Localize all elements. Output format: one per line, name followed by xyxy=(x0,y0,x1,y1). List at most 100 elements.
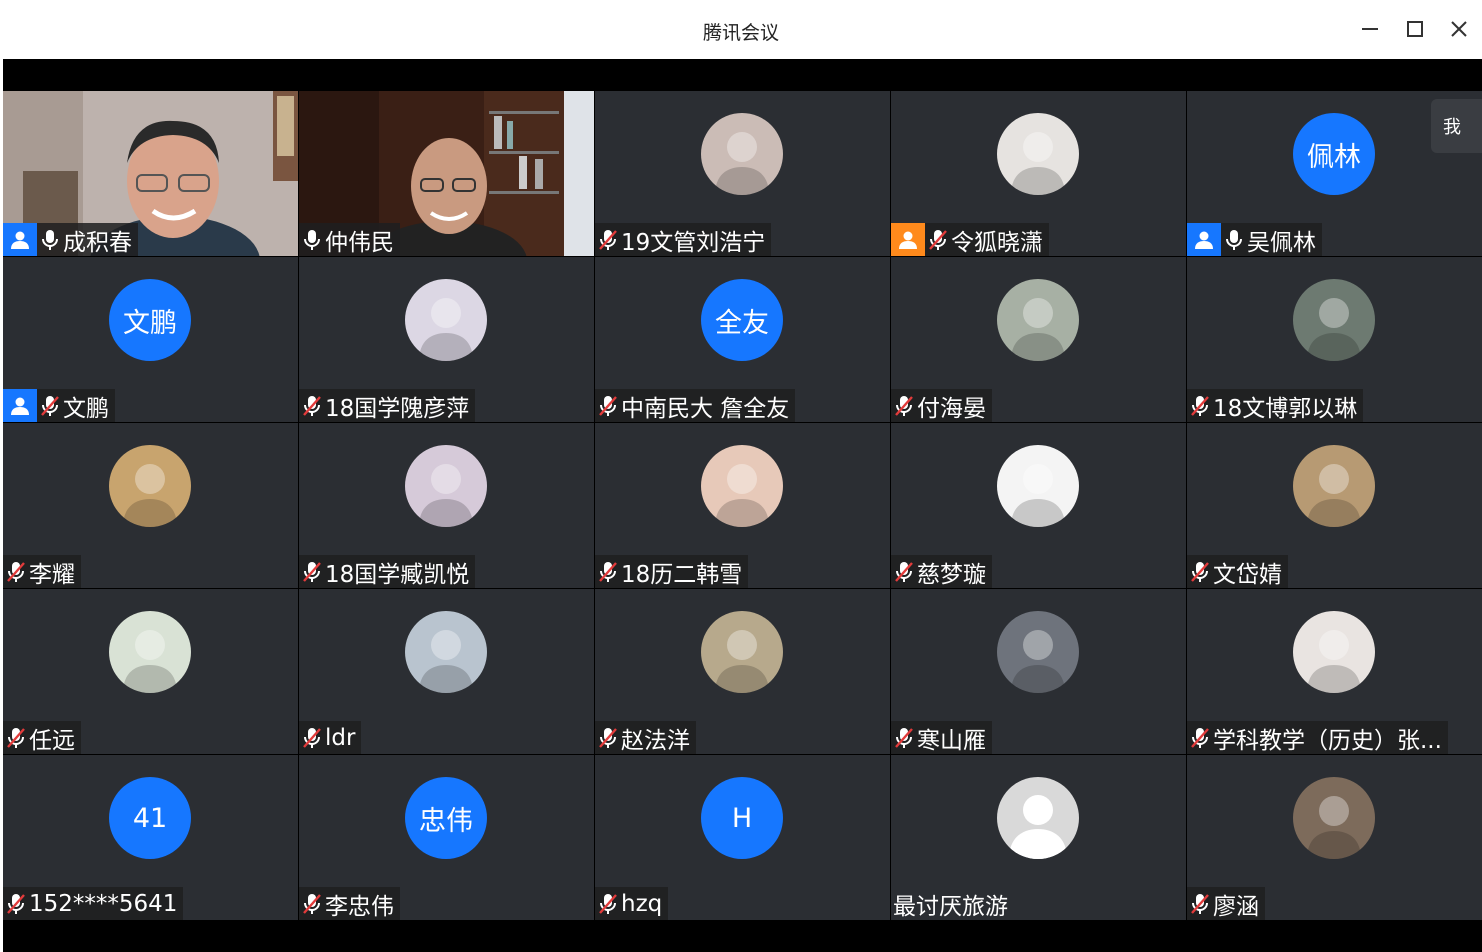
mic-muted-icon xyxy=(1189,726,1211,750)
participant-name-label: 文岱婧 xyxy=(1187,555,1288,588)
participant-name-label: 18国学隗彦萍 xyxy=(299,389,476,422)
participant-name-label: 文鹏 xyxy=(3,389,115,422)
participant-name: 令狐晓潇 xyxy=(951,229,1043,256)
mic-muted-icon xyxy=(1189,892,1211,916)
participant-tile[interactable]: 慈梦璇 xyxy=(891,423,1186,588)
participant-tile[interactable]: 文岱婧 xyxy=(1187,423,1482,588)
participant-name: 寒山雁 xyxy=(917,727,986,754)
window-title: 腾讯会议 xyxy=(702,22,779,44)
participant-name-label: 仲伟民 xyxy=(299,223,400,256)
mic-muted-icon xyxy=(301,726,323,750)
maximize-icon xyxy=(1407,21,1423,37)
participant-name: 赵法洋 xyxy=(621,727,690,754)
participant-tile[interactable]: 全友中南民大 詹全友 xyxy=(595,257,890,422)
maximize-button[interactable] xyxy=(1400,14,1430,44)
shiba-photo-icon xyxy=(109,445,191,527)
close-icon xyxy=(1451,21,1467,37)
mic-muted-icon xyxy=(893,394,915,418)
mic-on-icon xyxy=(39,228,61,252)
participant-tile[interactable]: 18国学隗彦萍 xyxy=(299,257,594,422)
me-tag[interactable]: 我 xyxy=(1431,99,1482,153)
participant-name-label: 慈梦璇 xyxy=(891,555,992,588)
participant-tile[interactable]: 19文管刘浩宁 xyxy=(595,91,890,256)
ink-figure-photo-icon xyxy=(1293,445,1375,527)
mic-muted-icon xyxy=(5,892,27,916)
participant-name: hzq xyxy=(621,890,663,917)
me-tag-label: 我 xyxy=(1443,117,1461,138)
mic-muted-icon xyxy=(927,228,949,252)
participant-name-label: 学科教学（历史）张... xyxy=(1187,721,1448,754)
participant-tile[interactable]: 学科教学（历史）张... xyxy=(1187,589,1482,754)
participant-name: 中南民大 詹全友 xyxy=(621,395,790,422)
mic-muted-icon xyxy=(893,560,915,584)
mic-muted-icon xyxy=(39,394,61,418)
participant-tile[interactable]: Hhzq xyxy=(595,755,890,920)
participant-name-label: 任远 xyxy=(3,721,81,754)
participant-name-label: 寒山雁 xyxy=(891,721,992,754)
bottom-black-bar xyxy=(3,921,1482,952)
tree-photo-icon xyxy=(405,445,487,527)
participant-name-label: 18历二韩雪 xyxy=(595,555,749,588)
minimize-button[interactable] xyxy=(1355,14,1385,44)
participant-name-label: 18文博郭以琳 xyxy=(1187,389,1364,422)
participant-tile[interactable]: 令狐晓潇 xyxy=(891,91,1186,256)
mic-on-icon xyxy=(1223,228,1245,252)
participant-name: 18文博郭以琳 xyxy=(1213,395,1358,422)
participant-name: 慈梦璇 xyxy=(917,561,986,588)
participant-name: 最讨厌旅游 xyxy=(893,893,1008,920)
participant-name-label: 赵法洋 xyxy=(595,721,696,754)
participant-tile[interactable]: 任远 xyxy=(3,589,298,754)
avatar-initials: 佩林 xyxy=(1293,113,1375,195)
anime-girl-photo-icon xyxy=(997,113,1079,195)
participant-name: 任远 xyxy=(29,727,75,754)
mic-muted-icon xyxy=(301,892,323,916)
girl-hood-photo-icon xyxy=(405,279,487,361)
close-button[interactable] xyxy=(1444,14,1474,44)
participant-name: 李耀 xyxy=(29,561,75,588)
mic-muted-icon xyxy=(5,560,27,584)
participant-tile[interactable]: 寒山雁 xyxy=(891,589,1186,754)
host-role-icon xyxy=(1187,223,1221,256)
participant-name: 文岱婧 xyxy=(1213,561,1282,588)
participant-name-label: 李忠伟 xyxy=(299,887,400,920)
participant-tile[interactable]: 成积春 xyxy=(3,91,298,256)
mic-muted-icon xyxy=(597,228,619,252)
cartoon-photo-icon xyxy=(1293,279,1375,361)
boy-cartoon-photo-icon xyxy=(109,611,191,693)
participant-tile[interactable]: 付海晏 xyxy=(891,257,1186,422)
participant-tile[interactable]: 赵法洋 xyxy=(595,589,890,754)
mic-muted-icon xyxy=(597,560,619,584)
host-role-icon xyxy=(3,389,37,422)
participant-name: 廖涵 xyxy=(1213,893,1259,920)
participant-name-label: 令狐晓潇 xyxy=(891,223,1049,256)
participant-tile[interactable]: 18文博郭以琳 xyxy=(1187,257,1482,422)
participant-name: 文鹏 xyxy=(63,395,109,422)
participant-name-label: 19文管刘浩宁 xyxy=(595,223,772,256)
participant-tile[interactable]: 最讨厌旅游 xyxy=(891,755,1186,920)
participant-name-label: 18国学臧凯悦 xyxy=(299,555,476,588)
participant-tile[interactable]: 廖涵 xyxy=(1187,755,1482,920)
avatar-initials: 文鹏 xyxy=(109,279,191,361)
avatar-initials: 41 xyxy=(109,777,191,859)
avatar-initials: 全友 xyxy=(701,279,783,361)
participant-tile[interactable]: 文鹏 文鹏 xyxy=(3,257,298,422)
participant-name-label: 李耀 xyxy=(3,555,81,588)
participant-tile[interactable]: 41 152****5641 xyxy=(3,755,298,920)
participant-name: 李忠伟 xyxy=(325,893,394,920)
participant-tile[interactable]: 忠伟 李忠伟 xyxy=(299,755,594,920)
participant-grid: 成积春 仲伟民 19文管刘浩宁 令狐晓潇 佩林 吴佩林 文鹏 文鹏 18国学隗彦萍 全友 中南民大 … xyxy=(3,91,1482,921)
mic-muted-icon xyxy=(301,560,323,584)
participant-tile[interactable]: 18历二韩雪 xyxy=(595,423,890,588)
participant-tile[interactable]: 李耀 xyxy=(3,423,298,588)
participant-name-label: 成积春 xyxy=(3,223,138,256)
participant-name-label: 最讨厌旅游 xyxy=(891,887,1014,920)
participant-tile[interactable]: ldr xyxy=(299,589,594,754)
participant-tile[interactable]: 18国学臧凯悦 xyxy=(299,423,594,588)
mic-muted-icon xyxy=(893,726,915,750)
participant-tile[interactable]: 仲伟民 xyxy=(299,91,594,256)
participant-name: 吴佩林 xyxy=(1247,229,1316,256)
title-bar: 腾讯会议 xyxy=(0,0,1482,59)
snow-warrior-photo-icon xyxy=(405,611,487,693)
dancer-photo-icon xyxy=(997,611,1079,693)
top-black-bar xyxy=(3,59,1482,91)
